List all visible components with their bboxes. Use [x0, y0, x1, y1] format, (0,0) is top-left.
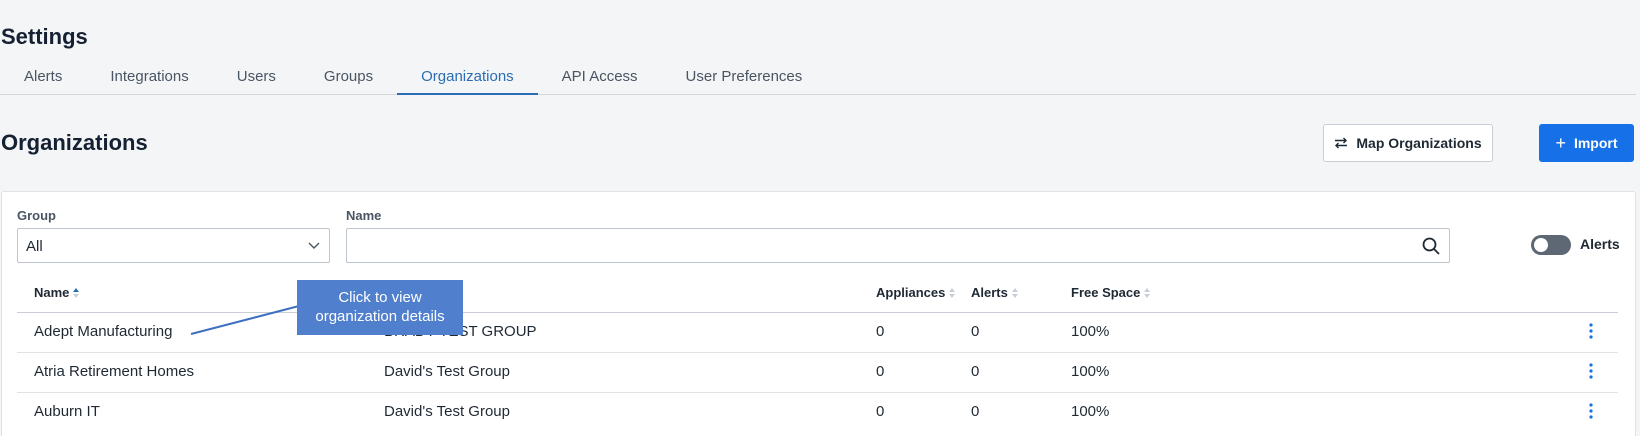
sort-icon — [949, 287, 956, 298]
import-button[interactable]: + Import — [1539, 124, 1634, 162]
row-divider — [17, 392, 1618, 393]
name-search-input[interactable] — [347, 229, 1407, 261]
column-header-alerts-label: Alerts — [971, 285, 1008, 300]
row-group: David's Test Group — [384, 363, 510, 380]
table-header-divider — [17, 312, 1618, 313]
row-name-link[interactable]: Auburn IT — [34, 403, 100, 420]
tab-organizations[interactable]: Organizations — [397, 62, 538, 95]
group-filter-label: Group — [17, 208, 56, 223]
swap-arrows-icon — [1335, 137, 1348, 149]
column-header-free-space[interactable]: Free Space — [1071, 285, 1151, 300]
row-alerts: 0 — [971, 363, 980, 380]
plus-icon: + — [1555, 133, 1566, 153]
row-group: David's Test Group — [384, 403, 510, 420]
toggle-knob — [1534, 238, 1548, 252]
name-filter-label: Name — [346, 208, 382, 223]
row-divider — [17, 352, 1618, 353]
row-alerts: 0 — [971, 323, 980, 340]
row-appliances: 0 — [876, 403, 885, 420]
row-actions-kebab-icon[interactable] — [1588, 402, 1594, 420]
row-name-link[interactable]: Adept Manufacturing — [34, 323, 172, 340]
section-title: Organizations — [1, 130, 148, 155]
column-header-free-space-label: Free Space — [1071, 285, 1141, 300]
column-header-alerts[interactable]: Alerts — [971, 285, 1019, 300]
tab-user-preferences[interactable]: User Preferences — [662, 62, 827, 95]
name-search-field — [346, 228, 1450, 263]
column-header-appliances-label: Appliances — [876, 285, 946, 300]
import-label: Import — [1573, 135, 1618, 151]
page-title: Settings — [1, 24, 88, 49]
search-icon[interactable] — [1421, 236, 1441, 256]
tab-alerts[interactable]: Alerts — [0, 62, 86, 95]
sort-ascending-icon — [73, 287, 80, 298]
alerts-toggle-label: Alerts — [1580, 236, 1620, 252]
column-header-name[interactable]: Name — [34, 285, 80, 300]
group-select[interactable]: All — [17, 228, 330, 263]
tab-integrations[interactable]: Integrations — [86, 62, 212, 95]
chevron-down-icon — [308, 242, 320, 249]
tab-groups[interactable]: Groups — [300, 62, 397, 95]
row-free-space: 100% — [1071, 403, 1110, 420]
tooltip-callout: Click to view organization details — [297, 280, 463, 335]
row-actions-kebab-icon[interactable] — [1588, 322, 1594, 340]
row-name-link[interactable]: Atria Retirement Homes — [34, 363, 194, 380]
sort-icon — [1011, 287, 1018, 298]
column-header-name-label: Name — [34, 285, 70, 300]
column-header-appliances[interactable]: Appliances — [876, 285, 956, 300]
settings-tabs: Alerts Integrations Users Groups Organiz… — [0, 62, 1636, 95]
row-alerts: 0 — [971, 403, 980, 420]
sort-icon — [1144, 287, 1151, 298]
tab-users[interactable]: Users — [213, 62, 300, 95]
tab-api-access[interactable]: API Access — [538, 62, 662, 95]
row-actions-kebab-icon[interactable] — [1588, 362, 1594, 380]
row-appliances: 0 — [876, 323, 885, 340]
map-organizations-button[interactable]: Map Organizations — [1323, 124, 1493, 162]
group-select-value: All — [26, 238, 43, 255]
row-free-space: 100% — [1071, 363, 1110, 380]
row-appliances: 0 — [876, 363, 885, 380]
map-organizations-label: Map Organizations — [1356, 135, 1482, 151]
row-free-space: 100% — [1071, 323, 1110, 340]
alerts-toggle[interactable] — [1531, 235, 1571, 255]
